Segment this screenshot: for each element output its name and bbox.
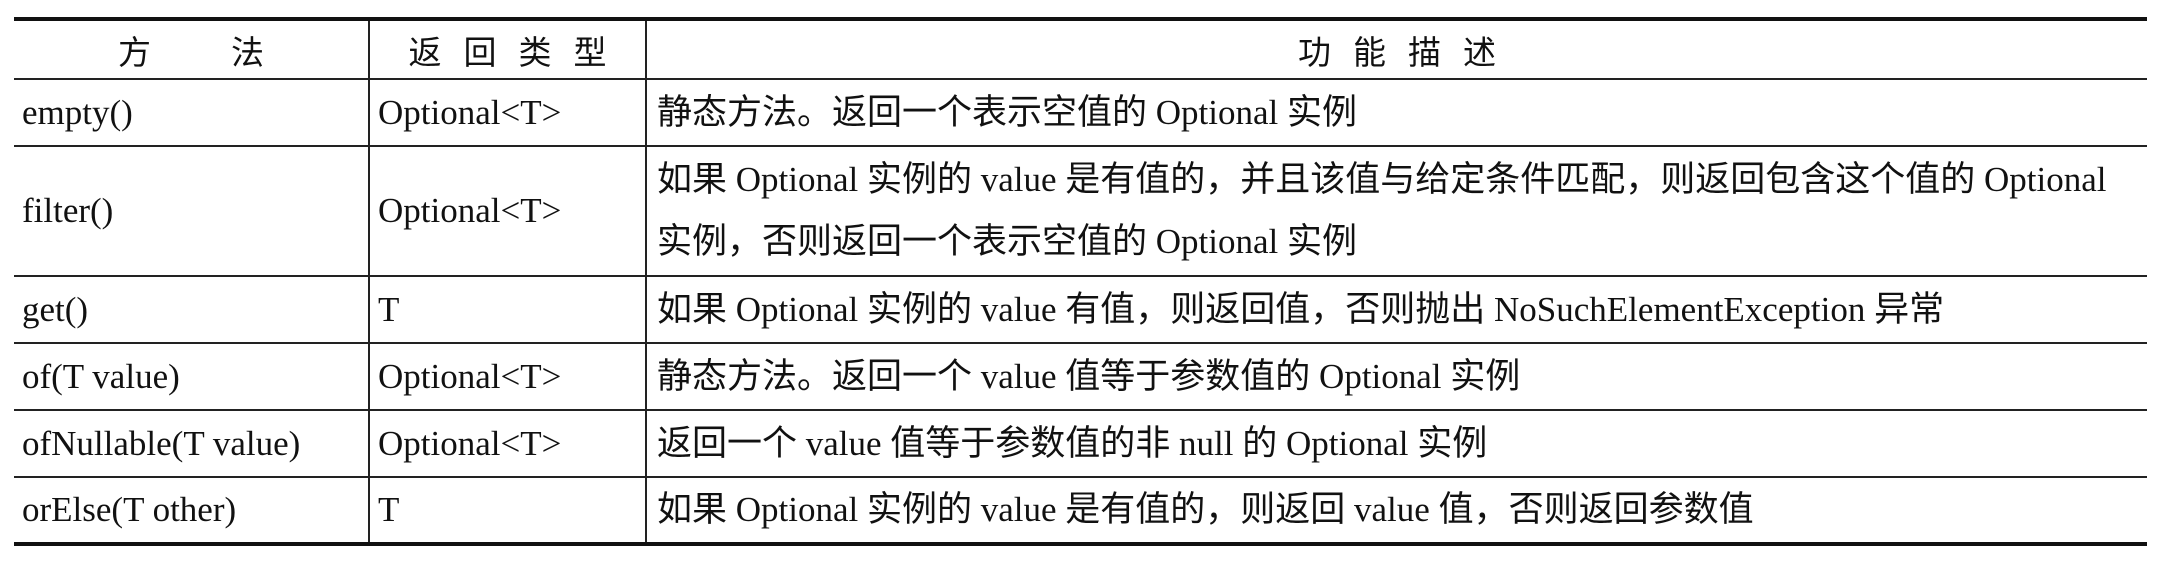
table-row: filter() Optional<T> 如果 Optional 实例的 val… bbox=[14, 146, 2147, 277]
header-method: 方法 bbox=[14, 17, 369, 80]
cell-return-type: Optional<T> bbox=[368, 146, 646, 277]
optional-methods-table: 方法 返回类型 功能描述 empty() Optional<T> 静态方法。返回… bbox=[14, 17, 2147, 546]
cell-description: 返回一个 value 值等于参数值的非 null 的 Optional 实例 bbox=[645, 410, 2147, 478]
cell-return-type: Optional<T> bbox=[368, 410, 646, 478]
cell-return-type: Optional<T> bbox=[368, 343, 646, 411]
table-row: get() T 如果 Optional 实例的 value 有值，则返回值，否则… bbox=[14, 276, 2147, 344]
table-header-row: 方法 返回类型 功能描述 bbox=[14, 17, 2147, 80]
cell-method: get() bbox=[14, 276, 369, 344]
cell-return-type: Optional<T> bbox=[368, 79, 646, 147]
header-description: 功能描述 bbox=[645, 17, 2147, 80]
table-row: empty() Optional<T> 静态方法。返回一个表示空值的 Optio… bbox=[14, 79, 2147, 147]
cell-method: ofNullable(T value) bbox=[14, 410, 369, 478]
cell-return-type: T bbox=[368, 276, 646, 344]
cell-description: 如果 Optional 实例的 value 是有值的，并且该值与给定条件匹配，则… bbox=[645, 146, 2147, 277]
table-row: orElse(T other) T 如果 Optional 实例的 value … bbox=[14, 477, 2147, 546]
table-row: ofNullable(T value) Optional<T> 返回一个 val… bbox=[14, 410, 2147, 478]
header-return-type: 返回类型 bbox=[368, 17, 646, 80]
cell-return-type: T bbox=[368, 477, 646, 546]
cell-method: orElse(T other) bbox=[14, 477, 369, 546]
table-row: of(T value) Optional<T> 静态方法。返回一个 value … bbox=[14, 343, 2147, 411]
cell-description: 静态方法。返回一个 value 值等于参数值的 Optional 实例 bbox=[645, 343, 2147, 411]
cell-description: 如果 Optional 实例的 value 有值，则返回值，否则抛出 NoSuc… bbox=[645, 276, 2147, 344]
cell-method: empty() bbox=[14, 79, 369, 147]
cell-method: filter() bbox=[14, 146, 369, 277]
page: 方法 返回类型 功能描述 empty() Optional<T> 静态方法。返回… bbox=[0, 0, 2161, 576]
cell-description: 静态方法。返回一个表示空值的 Optional 实例 bbox=[645, 79, 2147, 147]
cell-description: 如果 Optional 实例的 value 是有值的，则返回 value 值，否… bbox=[645, 477, 2147, 546]
cell-method: of(T value) bbox=[14, 343, 369, 411]
